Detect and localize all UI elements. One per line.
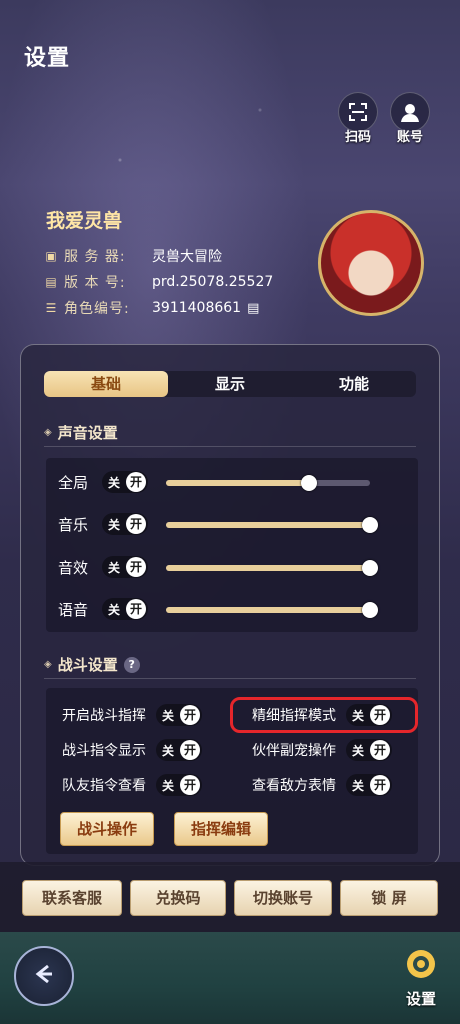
battle-option: 队友指令查看 关开 [62,774,202,796]
tab-bar: 基础 显示 功能 [44,371,416,397]
enemy-emote-toggle[interactable]: 关开 [346,774,392,796]
version-info: ▤ 版 本 号: prd.25078.25527 [44,272,273,292]
sound-row-music: 音乐 关开 [58,513,148,535]
role-value: 3911408661 [152,300,242,316]
sound-label: 音效 [58,558,89,577]
battle-title: 战斗设置 [57,656,118,674]
battle-option: 查看敌方表情 关开 [252,774,392,796]
battle-section-title: ◈ 战斗设置 ? [44,654,140,675]
battle-command-toggle[interactable]: 关开 [156,704,202,726]
option-label: 队友指令查看 [62,778,146,794]
voice-toggle[interactable]: 关开 [102,598,148,620]
music-toggle[interactable]: 关开 [102,513,148,535]
back-arrow-icon [30,960,58,992]
battle-option: 开启战斗指挥 关开 [62,704,202,726]
option-label: 开启战斗指挥 [62,708,146,724]
contact-service-button[interactable]: 联系客服 [22,880,122,916]
sound-title: 声音设置 [57,424,118,442]
scan-button[interactable]: 扫码 [336,92,380,145]
slider-knob[interactable] [362,560,378,576]
music-volume-slider[interactable] [166,517,378,533]
lock-screen-button[interactable]: 锁 屏 [340,880,438,916]
account-label: 账号 [396,130,423,145]
server-label: 服 务 器: [64,249,126,265]
sound-section-title: ◈ 声音设置 [44,422,118,443]
server-icon: ▣ [45,249,57,263]
battle-operation-button[interactable]: 战斗操作 [60,812,154,846]
version-icon: ▤ [45,275,57,289]
tab-display[interactable]: 显示 [168,371,292,397]
settings-label: 设置 [405,990,436,1008]
server-info: ▣ 服 务 器: 灵兽大冒险 [44,246,222,266]
server-value: 灵兽大冒险 [152,249,222,265]
diamond-icon: ◈ [44,659,52,670]
version-value: prd.25078.25527 [152,274,274,290]
sound-label: 音乐 [58,515,89,534]
role-info: ☰ 角色编号: 3911408661 ▤ [44,298,260,318]
option-label: 查看敌方表情 [252,778,336,794]
help-icon[interactable]: ? [123,656,140,673]
voice-volume-slider[interactable] [166,602,378,618]
slider-knob[interactable] [300,475,317,491]
sound-row-voice: 语音 关开 [58,598,148,620]
sound-row-global: 全局 关开 [58,471,148,493]
option-label: 伙伴副宠操作 [252,743,336,759]
avatar[interactable] [318,210,424,316]
back-button[interactable] [14,946,74,1006]
partner-pet-toggle[interactable]: 关开 [346,739,392,761]
player-name: 我爱灵兽 [46,210,123,232]
battle-option: 战斗指令显示 关开 [62,739,202,761]
option-label: 战斗指令显示 [62,743,146,759]
page-title: 设置 [24,46,71,71]
global-sound-toggle[interactable]: 关开 [102,471,148,493]
account-button[interactable]: 账号 [388,92,432,145]
highlight-box [230,697,418,733]
version-label: 版 本 号: [64,275,126,291]
copy-icon[interactable]: ▤ [247,301,259,316]
divider [44,678,416,679]
effect-toggle[interactable]: 关开 [102,556,148,578]
command-display-toggle[interactable]: 关开 [156,739,202,761]
tab-basic[interactable]: 基础 [44,371,168,397]
battle-option: 伙伴副宠操作 关开 [252,739,392,761]
command-edit-button[interactable]: 指挥编辑 [174,812,268,846]
list-icon: ☰ [45,301,57,315]
role-label: 角色编号: [64,301,130,317]
redeem-code-button[interactable]: 兑换码 [130,880,226,916]
gear-icon [401,950,441,988]
diamond-icon: ◈ [44,427,52,438]
divider [44,446,416,447]
scan-label: 扫码 [344,130,371,145]
slider-knob[interactable] [362,517,378,533]
switch-account-button[interactable]: 切换账号 [234,880,332,916]
effect-volume-slider[interactable] [166,560,378,576]
sound-row-effect: 音效 关开 [58,556,148,578]
global-volume-slider[interactable] [166,475,370,491]
teammate-command-toggle[interactable]: 关开 [156,774,202,796]
slider-knob[interactable] [362,602,378,618]
sound-label: 语音 [58,600,89,619]
settings-button[interactable]: 设置 [396,944,446,1009]
sound-label: 全局 [58,473,89,492]
tab-function[interactable]: 功能 [292,371,416,397]
